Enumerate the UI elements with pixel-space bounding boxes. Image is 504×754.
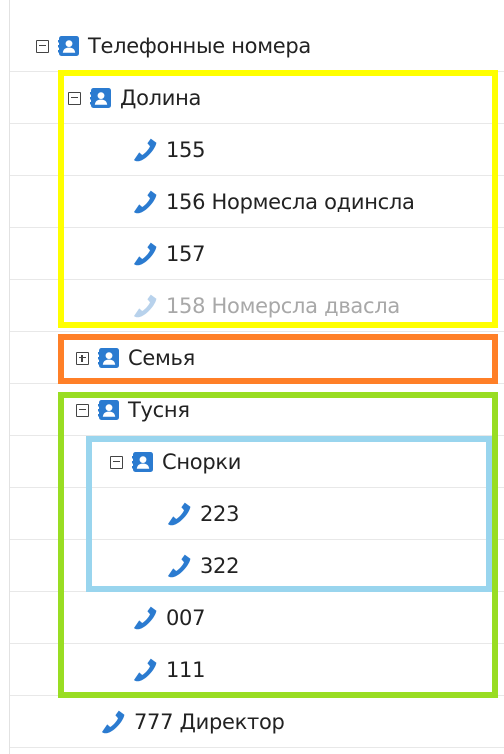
contact-book-icon bbox=[98, 399, 120, 421]
tree-row-phone-156[interactable]: 156 Нормесла одинсла bbox=[10, 176, 504, 228]
phone-label: 158 Номерсла двасла bbox=[166, 294, 400, 318]
phone-label: 007 bbox=[166, 606, 206, 630]
group-label-snorki: Снорки bbox=[162, 450, 242, 474]
tree-row-group-semya[interactable]: Семья bbox=[10, 332, 504, 384]
phone-label: 223 bbox=[200, 502, 240, 526]
contact-book-icon bbox=[58, 35, 80, 57]
phone-label: 777 Директор bbox=[134, 710, 285, 734]
expand-toggle-icon[interactable] bbox=[76, 351, 89, 365]
phone-icon bbox=[130, 656, 160, 684]
phone-label: 111 bbox=[166, 658, 206, 682]
contact-book-icon bbox=[98, 347, 120, 369]
tree-row-phone-111[interactable]: 111 bbox=[10, 644, 504, 696]
tree-row-phone-777[interactable]: 777 Директор bbox=[10, 696, 504, 748]
phone-icon bbox=[98, 708, 128, 736]
tree-row-phone-157[interactable]: 157 bbox=[10, 228, 504, 280]
phone-icon bbox=[130, 136, 160, 164]
phone-icon bbox=[130, 604, 160, 632]
collapse-toggle-icon[interactable] bbox=[76, 403, 89, 417]
tree-row-root[interactable]: Телефонные номера bbox=[10, 20, 504, 72]
phone-label: 157 bbox=[166, 242, 206, 266]
group-label-tusnya: Тусня bbox=[128, 398, 190, 422]
tree-row-phone-322[interactable]: 322 bbox=[10, 540, 504, 592]
contact-book-icon bbox=[90, 87, 112, 109]
group-label-semya: Семья bbox=[128, 346, 195, 370]
tree-row-group-dolina[interactable]: Долина bbox=[10, 72, 504, 124]
phone-icon bbox=[164, 552, 194, 580]
tree-row-phone-007[interactable]: 007 bbox=[10, 592, 504, 644]
contact-book-icon bbox=[132, 451, 154, 473]
tree-row-group-tusnya[interactable]: Тусня bbox=[10, 384, 504, 436]
phone-icon bbox=[130, 240, 160, 268]
phone-label: 156 Нормесла одинсла bbox=[166, 190, 415, 214]
tree-row-phone-223[interactable]: 223 bbox=[10, 488, 504, 540]
collapse-toggle-icon[interactable] bbox=[68, 91, 81, 105]
tree-row-group-snorki[interactable]: Снорки bbox=[10, 436, 504, 488]
phone-icon bbox=[164, 500, 194, 528]
tree-row-phone-158[interactable]: 158 Номерсла двасла bbox=[10, 280, 504, 332]
phone-label: 322 bbox=[200, 554, 240, 578]
phone-label: 155 bbox=[166, 138, 206, 162]
phone-icon bbox=[130, 292, 160, 320]
group-label-root: Телефонные номера bbox=[88, 34, 311, 58]
phone-icon bbox=[130, 188, 160, 216]
tree-row-phone-155[interactable]: 155 bbox=[10, 124, 504, 176]
collapse-toggle-icon[interactable] bbox=[110, 455, 123, 469]
collapse-toggle-icon[interactable] bbox=[36, 39, 49, 53]
group-label-dolina: Долина bbox=[120, 86, 202, 110]
